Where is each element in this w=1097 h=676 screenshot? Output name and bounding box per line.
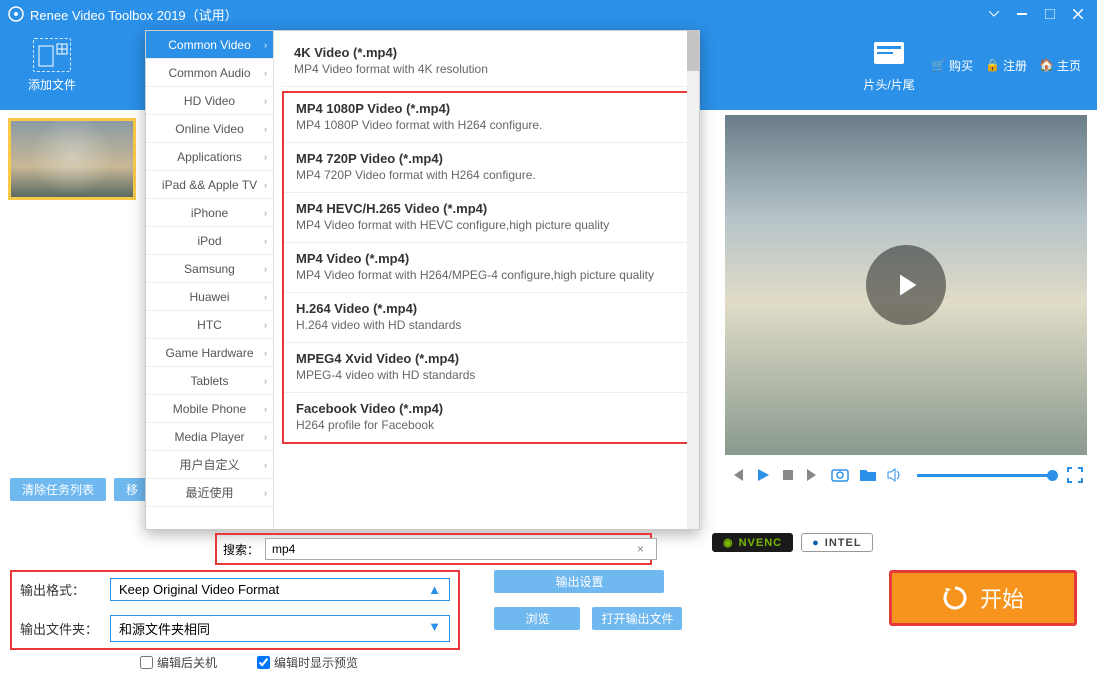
chevron-right-icon: › <box>264 264 267 274</box>
buy-link[interactable]: 🛒购买 <box>931 57 973 74</box>
chevron-right-icon: › <box>264 40 267 50</box>
chevron-up-icon: ▲ <box>428 582 441 597</box>
chevron-down-icon: ▼ <box>428 619 441 638</box>
chevron-right-icon: › <box>264 152 267 162</box>
preview-checkbox[interactable]: 编辑时显示预览 <box>257 654 358 671</box>
category-item[interactable]: 用户自定义› <box>146 451 273 479</box>
cart-icon: 🛒 <box>931 58 946 72</box>
category-item[interactable]: Tablets› <box>146 367 273 395</box>
minimize-button[interactable] <box>1011 6 1033 22</box>
category-item[interactable]: iPod› <box>146 227 273 255</box>
category-item[interactable]: HTC› <box>146 311 273 339</box>
category-item[interactable]: Media Player› <box>146 423 273 451</box>
open-folder-button[interactable] <box>859 468 877 482</box>
snapshot-button[interactable] <box>831 467 849 483</box>
format-item[interactable]: MPEG4 Xvid Video (*.mp4)MPEG-4 video wit… <box>284 343 689 393</box>
play-button[interactable] <box>755 467 771 483</box>
format-item[interactable]: Facebook Video (*.mp4)H264 profile for F… <box>284 393 689 442</box>
preview-image <box>725 115 1087 455</box>
start-button[interactable]: 开始 <box>889 570 1077 626</box>
format-item[interactable]: 4K Video (*.mp4)MP4 Video format with 4K… <box>282 37 691 87</box>
category-item[interactable]: Mobile Phone› <box>146 395 273 423</box>
category-item[interactable]: 最近使用› <box>146 479 273 507</box>
category-item[interactable]: Applications› <box>146 143 273 171</box>
nvidia-icon: ◉ <box>723 536 734 549</box>
out-format-label: 输出格式： <box>20 580 110 599</box>
clear-queue-button[interactable]: 清除任务列表 <box>10 478 106 501</box>
shutdown-checkbox[interactable]: 编辑后关机 <box>140 654 217 671</box>
clear-search-icon[interactable]: × <box>637 542 644 556</box>
maximize-button[interactable] <box>1039 6 1061 22</box>
credits-label: 片头/片尾 <box>863 76 914 93</box>
next-button[interactable] <box>805 467 821 483</box>
output-settings-button[interactable]: 输出设置 <box>494 570 664 593</box>
open-output-button[interactable]: 打开输出文件 <box>592 607 682 630</box>
category-item[interactable]: Common Audio› <box>146 59 273 87</box>
chevron-right-icon: › <box>264 348 267 358</box>
out-folder-select[interactable]: 和源文件夹相同 ▼ <box>110 615 450 642</box>
chevron-right-icon: › <box>264 180 267 190</box>
intel-icon: ● <box>812 537 820 549</box>
chevron-right-icon: › <box>264 124 267 134</box>
format-item[interactable]: H.264 Video (*.mp4)H.264 video with HD s… <box>284 293 689 343</box>
home-icon: 🏠 <box>1039 58 1054 72</box>
chevron-right-icon: › <box>264 292 267 302</box>
nvenc-chip[interactable]: ◉NVENC <box>712 533 793 552</box>
search-input[interactable] <box>265 538 657 560</box>
lock-icon: 🔒 <box>985 58 1000 72</box>
format-dropdown-panel: Common Video›Common Audio›HD Video›Onlin… <box>145 30 700 530</box>
category-item[interactable]: Huawei› <box>146 283 273 311</box>
out-format-select[interactable]: Keep Original Video Format ▲ <box>110 578 450 601</box>
queue-thumbnail[interactable] <box>8 118 136 200</box>
chevron-right-icon: › <box>264 208 267 218</box>
category-item[interactable]: Online Video› <box>146 115 273 143</box>
chevron-right-icon: › <box>264 488 267 498</box>
format-item[interactable]: MP4 Video (*.mp4)MP4 Video format with H… <box>284 243 689 293</box>
fullscreen-button[interactable] <box>1067 467 1083 483</box>
home-link[interactable]: 🏠主页 <box>1039 57 1081 74</box>
credits-button[interactable]: 片头/片尾 <box>859 38 919 93</box>
volume-slider[interactable] <box>917 474 1053 477</box>
format-item[interactable]: MP4 1080P Video (*.mp4)MP4 1080P Video f… <box>284 93 689 143</box>
format-item[interactable]: MP4 720P Video (*.mp4)MP4 720P Video for… <box>284 143 689 193</box>
intel-chip[interactable]: ●INTEL <box>801 533 872 552</box>
chevron-right-icon: › <box>264 96 267 106</box>
category-item[interactable]: iPad && Apple TV› <box>146 171 273 199</box>
category-item[interactable]: iPhone› <box>146 199 273 227</box>
category-item[interactable]: Game Hardware› <box>146 339 273 367</box>
volume-icon[interactable] <box>887 468 903 482</box>
app-title: Renee Video Toolbox 2019（试用） <box>30 5 977 24</box>
format-item[interactable]: MP4 HEVC/H.265 Video (*.mp4)MP4 Video fo… <box>284 193 689 243</box>
chevron-right-icon: › <box>264 236 267 246</box>
category-item[interactable]: Common Video› <box>146 31 273 59</box>
search-label: 搜索： <box>223 541 259 558</box>
prev-button[interactable] <box>729 467 745 483</box>
browse-button[interactable]: 浏览 <box>494 607 580 630</box>
dropdown-icon[interactable] <box>983 6 1005 22</box>
chevron-right-icon: › <box>264 404 267 414</box>
chevron-right-icon: › <box>264 432 267 442</box>
add-file-button[interactable]: 添加文件 <box>22 38 82 93</box>
category-item[interactable]: HD Video› <box>146 87 273 115</box>
register-link[interactable]: 🔒注册 <box>985 57 1027 74</box>
stop-button[interactable] <box>781 468 795 482</box>
chevron-right-icon: › <box>264 320 267 330</box>
app-logo-icon <box>8 6 24 22</box>
play-overlay-button[interactable] <box>866 245 946 325</box>
chevron-right-icon: › <box>264 376 267 386</box>
format-scrollbar[interactable] <box>687 31 699 529</box>
close-button[interactable] <box>1067 6 1089 22</box>
chevron-right-icon: › <box>264 460 267 470</box>
out-folder-label: 输出文件夹： <box>20 619 110 638</box>
category-item[interactable]: Samsung› <box>146 255 273 283</box>
add-file-label: 添加文件 <box>28 76 76 93</box>
chevron-right-icon: › <box>264 68 267 78</box>
